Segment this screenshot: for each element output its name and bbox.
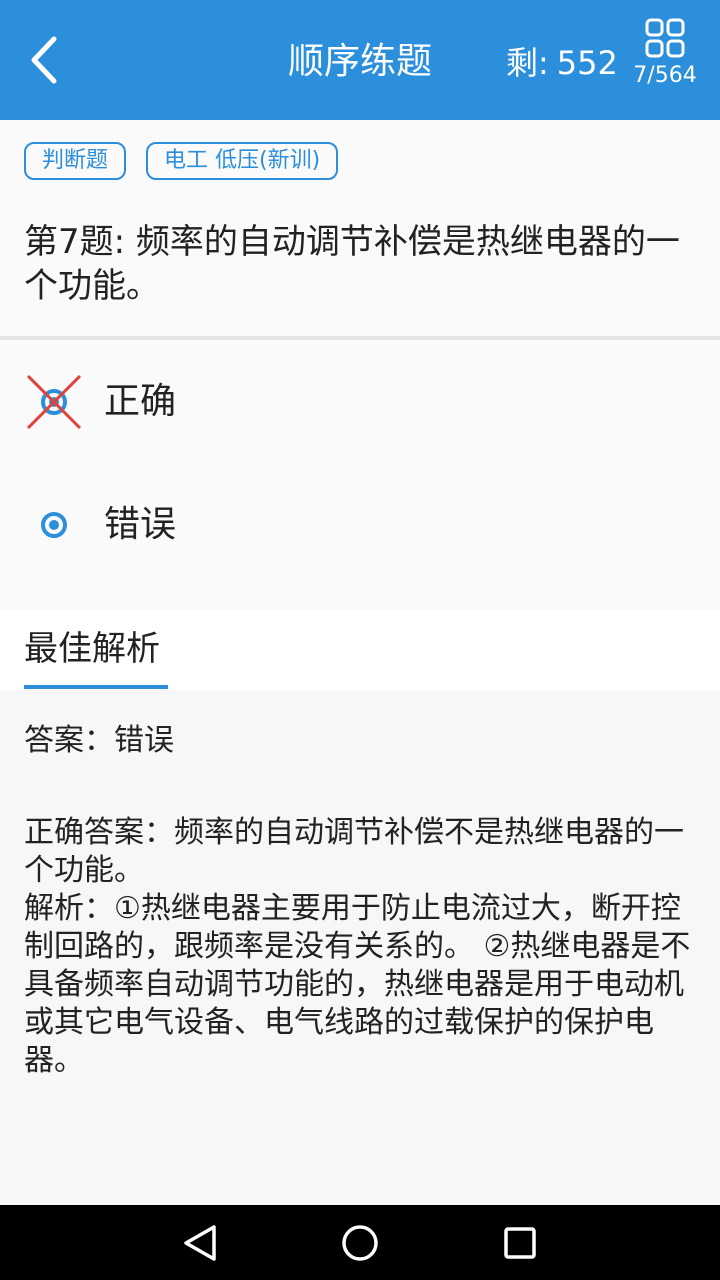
- question-grid-button[interactable]: 7/564: [628, 18, 702, 106]
- wrong-x-icon: [26, 374, 82, 430]
- remaining-value: 552: [556, 44, 618, 82]
- analysis-tab-bar: 最佳解析: [0, 610, 720, 690]
- analysis-content: 答案：错误 正确答案：频率的自动调节补偿不是热继电器的一个功能。 解析：①热继电…: [0, 690, 720, 1205]
- option-item-correct[interactable]: 正确: [0, 345, 720, 455]
- nav-back-button[interactable]: [176, 1219, 224, 1267]
- question-progress: 7/564: [633, 63, 697, 88]
- question-text: 第7题: 频率的自动调节补偿是热继电器的一个功能。: [24, 222, 680, 306]
- grid-icon: [645, 18, 685, 58]
- remaining-count: 剩: 552: [506, 42, 618, 84]
- question-card: 判断题 电工 低压(新训) 第7题: 频率的自动调节补偿是热继电器的一个功能。: [0, 120, 720, 336]
- question-category-tag: 电工 低压(新训): [146, 142, 339, 180]
- correct-answer-statement: 正确答案：频率的自动调节补偿不是热继电器的一个功能。: [24, 815, 684, 888]
- nav-recents-button[interactable]: [496, 1219, 544, 1267]
- tab-indicator: [24, 685, 168, 689]
- answer-options: 正确 错误: [0, 340, 720, 610]
- option-label: 正确: [104, 381, 177, 422]
- radio-selected-icon: [41, 512, 67, 538]
- recents-square-icon: [504, 1227, 536, 1259]
- explanation-text: 正确答案：频率的自动调节补偿不是热继电器的一个功能。 解析：①热继电器主要用于防…: [24, 814, 700, 1080]
- explanation-detail: 解析：①热继电器主要用于防止电流过大，断开控制回路的，跟频率是没有关系的。 ②热…: [24, 891, 691, 1078]
- question-type-tag: 判断题: [24, 142, 127, 180]
- system-nav-bar: [0, 1205, 720, 1280]
- app-header: 顺序练题 剩: 552 7/564: [0, 0, 720, 120]
- remaining-label: 剩:: [506, 44, 549, 82]
- option-label: 错误: [104, 504, 177, 545]
- back-triangle-icon: [184, 1225, 216, 1261]
- tab-best-analysis[interactable]: 最佳解析: [24, 626, 160, 672]
- question-tags: 判断题 电工 低压(新训): [24, 142, 339, 180]
- nav-home-button[interactable]: [336, 1219, 384, 1267]
- home-circle-icon: [342, 1225, 378, 1261]
- option-item-wrong[interactable]: 错误: [0, 468, 720, 578]
- answer-text: 答案：错误: [24, 723, 174, 758]
